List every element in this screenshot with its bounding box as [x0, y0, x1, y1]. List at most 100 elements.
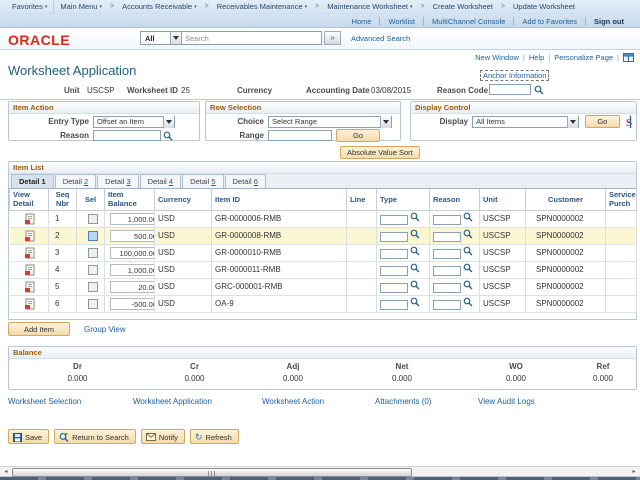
worksheet-selection-link[interactable]: Worksheet Selection [8, 397, 81, 406]
tab-detail-5[interactable]: Detail 5 [182, 174, 224, 188]
home-link[interactable]: Home [343, 16, 381, 26]
anchor-information-link[interactable]: Anchor Information [480, 70, 550, 81]
scrollbar-thumb[interactable] [12, 468, 412, 477]
ref-value: 0.000 [592, 374, 614, 383]
notify-button[interactable]: Notify [140, 429, 185, 444]
sel-checkbox[interactable] [88, 247, 98, 258]
brand-bar: ORACLE All » Advanced Search [0, 28, 640, 50]
type-lookup-icon[interactable] [410, 263, 420, 273]
personalize-page-link[interactable]: Personalize Page [554, 53, 613, 62]
type-lookup-icon[interactable] [410, 297, 420, 307]
group-view-link[interactable]: Group View [84, 325, 126, 334]
reason-lookup-icon[interactable] [463, 297, 473, 307]
reason-lookup-icon[interactable] [463, 263, 473, 273]
tab-detail-3[interactable]: Detail 3 [97, 174, 139, 188]
view-detail-icon[interactable] [24, 247, 36, 259]
sel-checkbox[interactable] [88, 264, 98, 275]
range-input[interactable] [268, 130, 332, 141]
type-input[interactable] [380, 282, 408, 293]
reason-input[interactable] [433, 231, 461, 242]
add-to-favorites-link[interactable]: Add to Favorites [514, 16, 586, 26]
horizontal-scrollbar[interactable]: ◂ ▸ [0, 466, 640, 477]
type-lookup-icon[interactable] [410, 229, 420, 239]
search-input[interactable] [182, 31, 322, 45]
reason-lookup-icon[interactable] [163, 131, 173, 141]
view-detail-icon[interactable] [24, 281, 36, 293]
reason-code-lookup-icon[interactable] [534, 85, 544, 95]
scroll-left-arrow-icon[interactable]: ◂ [1, 468, 11, 477]
breadcrumb-update-worksheet[interactable]: Update Worksheet [507, 2, 581, 11]
breadcrumb-receivables-maintenance[interactable]: Receivables Maintenance ▾ [211, 2, 313, 11]
breadcrumb-main-menu[interactable]: Main Menu ▾ [54, 2, 108, 11]
reason-input[interactable] [433, 248, 461, 259]
item-balance-field[interactable]: -500.00 [110, 297, 154, 310]
type-input[interactable] [380, 265, 408, 276]
reason-lookup-icon[interactable] [463, 212, 473, 222]
new-window-link[interactable]: New Window [475, 53, 519, 62]
tab-detail-4[interactable]: Detail 4 [139, 174, 182, 188]
range-go-button[interactable]: Go [336, 129, 380, 142]
return-to-search-button[interactable]: Return to Search [54, 429, 136, 444]
sel-checkbox[interactable] [88, 213, 98, 224]
item-action-reason-input[interactable] [93, 130, 161, 141]
help-link[interactable]: Help [529, 53, 544, 62]
item-balance-field[interactable]: 1,000.00 [110, 212, 154, 225]
reason-lookup-icon[interactable] [463, 280, 473, 290]
sel-checkbox[interactable] [88, 298, 98, 309]
type-input[interactable] [380, 248, 408, 259]
refresh-button[interactable]: ↻ Refresh [189, 429, 239, 444]
display-go-button[interactable]: Go [584, 115, 621, 128]
item-balance-field[interactable]: 20.00 [110, 280, 154, 293]
reason-lookup-icon[interactable] [463, 229, 473, 239]
personalize-grid-icon[interactable] [623, 52, 634, 62]
type-lookup-icon[interactable] [410, 246, 420, 256]
reason-input[interactable] [433, 299, 461, 310]
type-input[interactable] [380, 214, 408, 225]
add-item-button[interactable]: Add Item [8, 322, 70, 336]
item-balance-field[interactable]: 100,000.00 [110, 246, 154, 259]
reason-code-input[interactable] [489, 84, 531, 95]
attachments-link[interactable]: Attachments (0) [375, 397, 431, 406]
save-button[interactable]: Save [8, 429, 50, 444]
reason-input[interactable] [433, 265, 461, 276]
view-detail-icon[interactable] [24, 213, 36, 225]
tab-detail-2[interactable]: Detail 2 [54, 174, 97, 188]
type-lookup-icon[interactable] [410, 280, 420, 290]
currency-cell: USD [154, 295, 212, 313]
reason-input[interactable] [433, 214, 461, 225]
type-input[interactable] [380, 299, 408, 310]
item-balance-field[interactable]: 1,000.00 [110, 263, 154, 276]
worksheet-action-link[interactable]: Worksheet Action [262, 397, 324, 406]
display-select[interactable]: All Items [472, 115, 579, 128]
currency-conversion-icon[interactable]: S [625, 115, 636, 128]
breadcrumb-create-worksheet[interactable]: Create Worksheet [427, 2, 499, 11]
worklist-link[interactable]: Worklist [380, 16, 425, 26]
sel-checkbox[interactable] [88, 230, 98, 241]
entry-type-select[interactable]: Offset an Item [93, 115, 175, 128]
item-balance-field[interactable]: 500.00 [110, 229, 154, 242]
search-scope-select[interactable]: All [140, 31, 182, 45]
reason-lookup-icon[interactable] [463, 246, 473, 256]
view-detail-icon[interactable] [24, 264, 36, 276]
search-go-button[interactable]: » [324, 31, 341, 45]
sign-out-link[interactable]: Sign out [586, 17, 632, 26]
advanced-search-link[interactable]: Advanced Search [351, 34, 410, 43]
view-detail-icon[interactable] [24, 298, 36, 310]
absolute-value-sort-button[interactable]: Absolute Value Sort [340, 146, 420, 159]
view-audit-logs-link[interactable]: View Audit Logs [478, 397, 535, 406]
tab-detail-1[interactable]: Detail 1 [11, 174, 54, 188]
multichannel-console-link[interactable]: MultiChannel Console [424, 16, 515, 26]
view-detail-icon[interactable] [24, 230, 36, 242]
type-input[interactable] [380, 231, 408, 242]
sel-checkbox[interactable] [88, 281, 98, 292]
scroll-right-arrow-icon[interactable]: ▸ [629, 468, 639, 477]
breadcrumb-maintenance-worksheet[interactable]: Maintenance Worksheet ▾ [321, 2, 418, 11]
worksheet-application-link[interactable]: Worksheet Application [133, 397, 212, 406]
dropdown-arrow-icon [163, 115, 174, 128]
breadcrumb-accounts-receivable[interactable]: Accounts Receivable ▾ [116, 2, 203, 11]
type-lookup-icon[interactable] [410, 212, 420, 222]
reason-input[interactable] [433, 282, 461, 293]
tab-detail-6[interactable]: Detail 6 [224, 174, 266, 188]
breadcrumb-favorites[interactable]: Favorites ▾ [6, 0, 55, 14]
choice-select[interactable]: Select Range [268, 115, 392, 128]
